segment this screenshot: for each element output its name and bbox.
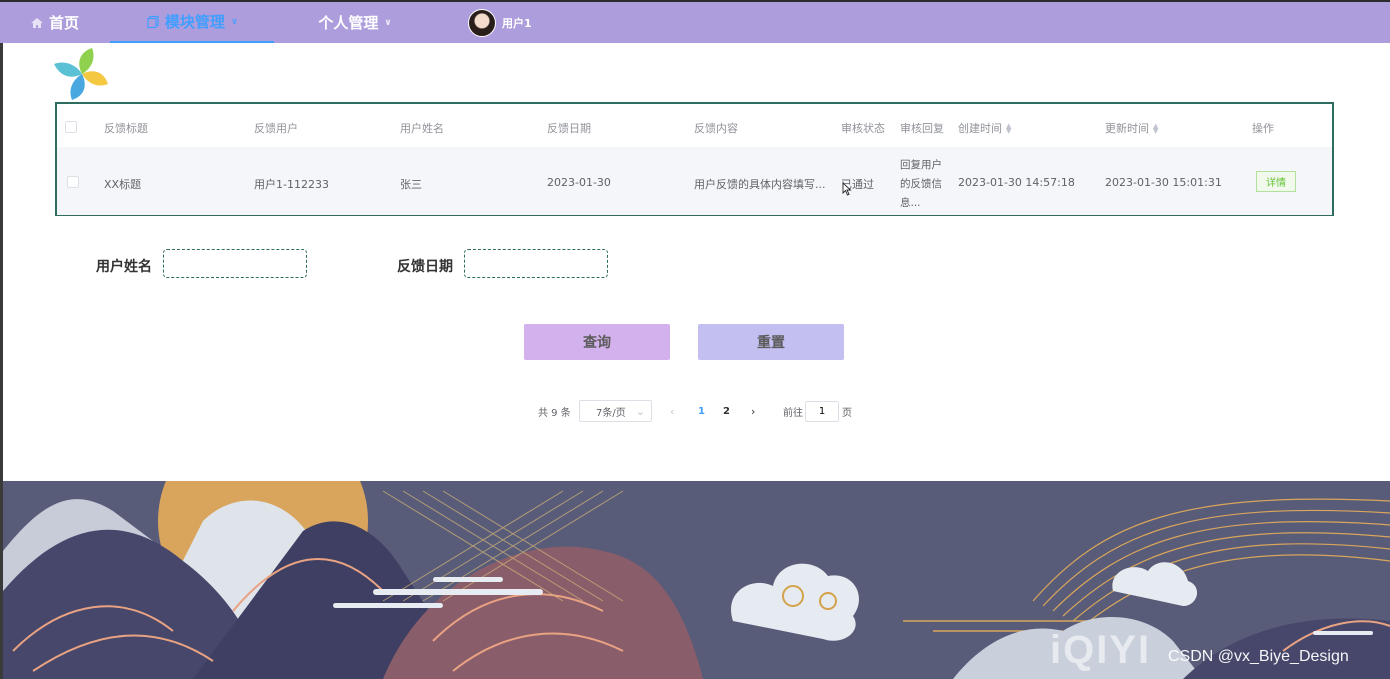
page-number-button[interactable]: 2 (723, 400, 730, 422)
nav-personal-management[interactable]: 个人管理 ∨ (300, 2, 410, 43)
table-row: XX标题 用户1-112233 张三 2023-01-30 用户反馈的具体内容填… (57, 147, 1332, 215)
top-nav-bar: 首页 模块管理 ∨ 个人管理 ∨ 用户1 (0, 0, 1390, 43)
nav-module-management[interactable]: 模块管理 ∨ (110, 2, 274, 43)
nav-personal-management-label: 个人管理 (318, 14, 379, 32)
goto-suffix: 页 (842, 407, 852, 419)
cell-reply: 回复用户 的反馈信 息... (900, 156, 946, 213)
detail-button[interactable]: 详情 (1256, 171, 1296, 192)
copy-icon (146, 15, 160, 29)
cell-updated: 2023-01-30 15:01:31 (1105, 176, 1222, 189)
user-menu[interactable]: 用户1 (468, 2, 532, 43)
cell-reply-line: 回复用户 (900, 159, 942, 171)
page-size-value: 7条/页 (596, 407, 626, 419)
column-header-date: 反馈日期 (547, 122, 591, 135)
column-header-updated-label: 更新时间 (1105, 122, 1149, 135)
chevron-down-icon: ∨ (384, 17, 392, 28)
feedback-date-input[interactable] (464, 249, 608, 278)
column-header-updated[interactable]: 更新时间 ▲ ▼ (1105, 120, 1158, 136)
column-header-title: 反馈标题 (104, 122, 148, 135)
home-icon (30, 16, 44, 30)
username: 用户1 (502, 16, 532, 30)
cell-created: 2023-01-30 14:57:18 (958, 176, 1075, 189)
sort-icon[interactable]: ▲ ▼ (1153, 123, 1158, 135)
user-name-input[interactable] (163, 249, 307, 278)
nav-home[interactable]: 首页 (30, 2, 79, 43)
cell-user: 用户1-112233 (254, 178, 329, 191)
column-header-user: 反馈用户 (254, 122, 298, 135)
column-header-name: 用户姓名 (400, 122, 444, 135)
reset-button[interactable]: 重置 (698, 324, 844, 360)
column-header-created-label: 创建时间 (958, 122, 1002, 135)
cell-date: 2023-01-30 (547, 176, 611, 189)
cell-title: XX标题 (104, 178, 142, 191)
mouse-cursor-icon (842, 182, 852, 196)
avatar (468, 8, 496, 37)
page-size-select[interactable]: 7条/页 ⌄ (579, 400, 652, 422)
goto-label: 前往 (783, 407, 803, 419)
column-header-reply: 审核回复 (900, 122, 944, 135)
row-checkbox[interactable] (67, 176, 79, 188)
page-number-button[interactable]: 1 (698, 400, 705, 422)
search-button[interactable]: 查询 (524, 324, 670, 360)
chevron-down-icon: ⌄ (635, 404, 645, 418)
next-page-button[interactable]: › (751, 400, 755, 422)
goto-page-input[interactable] (805, 401, 839, 422)
iqiyi-watermark-logo: iQIYI (1050, 628, 1152, 672)
column-header-actions: 操作 (1252, 122, 1274, 135)
csdn-watermark: CSDN @vx_Biye_Design (1168, 648, 1349, 665)
user-name-label: 用户姓名 (96, 259, 152, 275)
cell-reply-line: 的反馈信 (900, 178, 942, 190)
nav-home-label: 首页 (49, 14, 80, 32)
cell-content: 用户反馈的具体内容填写... (694, 178, 826, 191)
feedback-table: 反馈标题 反馈用户 用户姓名 反馈日期 反馈内容 审核状态 审核回复 创建时间 ▲… (55, 102, 1334, 216)
prev-page-button[interactable]: ‹ (670, 400, 674, 422)
column-header-status: 审核状态 (841, 122, 885, 135)
cell-reply-line: 息... (900, 197, 921, 209)
nav-module-management-label: 模块管理 (164, 13, 225, 31)
select-all-checkbox[interactable] (65, 121, 77, 133)
cell-name: 张三 (400, 178, 422, 191)
pagination-total: 共 9 条 (538, 407, 571, 419)
column-header-content: 反馈内容 (694, 122, 738, 135)
feedback-date-label: 反馈日期 (397, 259, 453, 275)
logo-pinwheel-icon (52, 46, 110, 102)
sort-icon[interactable]: ▲ ▼ (1006, 123, 1011, 135)
chevron-down-icon: ∨ (230, 16, 239, 27)
column-header-created[interactable]: 创建时间 ▲ ▼ (958, 120, 1011, 136)
